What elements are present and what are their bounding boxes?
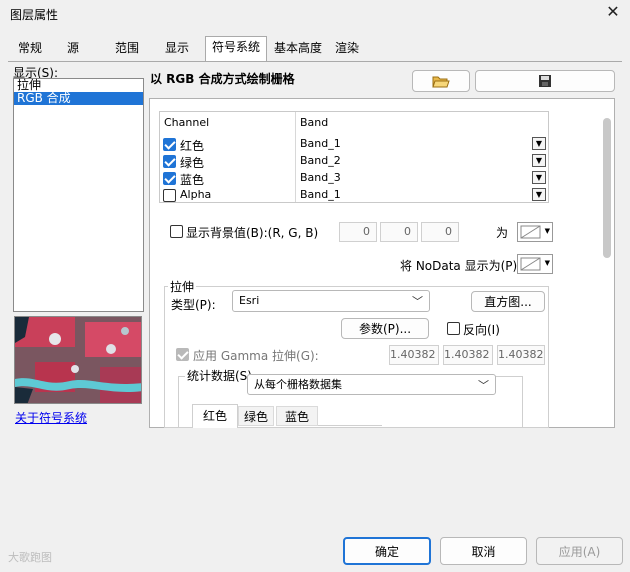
display-background-checkbox[interactable]	[170, 225, 183, 238]
background-b-input[interactable]: 0	[421, 222, 459, 242]
open-layer-file-button[interactable]	[412, 70, 470, 92]
chevron-down-icon: ﹀	[412, 295, 423, 308]
stretch-type-select[interactable]: Esri ﹀	[232, 290, 430, 312]
invert-label: 反向(I)	[463, 323, 500, 337]
no-color-swatch-icon	[520, 257, 541, 271]
cancel-button[interactable]: 取消	[440, 537, 527, 565]
about-symbology-link[interactable]: 关于符号系统	[15, 409, 87, 426]
table-row: 蓝色 Band_3 ▼	[160, 170, 548, 187]
band-value: Band_1	[300, 137, 341, 150]
table-row: Alpha Band_1 ▼	[160, 187, 548, 204]
display-background-label: 显示背景值(B):(R, G, B)	[186, 226, 319, 240]
channel-alpha-checkbox[interactable]	[163, 189, 176, 202]
save-icon	[539, 75, 551, 87]
ok-button[interactable]: 确定	[343, 537, 431, 565]
band-dropdown-arrow[interactable]: ▼	[532, 154, 546, 167]
statistics-value: 从每个栅格数据集	[254, 378, 342, 391]
stretch-type-label: 类型(P):	[171, 298, 216, 312]
list-item-rgb[interactable]: RGB 合成	[14, 92, 143, 105]
channel-label: Alpha	[180, 188, 212, 201]
stats-tab-red[interactable]: 红色	[192, 404, 238, 428]
tab-symbology[interactable]: 符号系统	[205, 36, 267, 62]
watermark: 大歌跑图	[8, 551, 52, 564]
band-dropdown-arrow[interactable]: ▼	[532, 188, 546, 201]
vertical-scrollbar[interactable]	[603, 118, 611, 258]
channel-green-checkbox[interactable]	[163, 155, 176, 168]
folder-open-icon	[432, 76, 450, 87]
tab-baseline	[318, 425, 382, 426]
as-label: 为	[496, 226, 509, 240]
statistics-label: 统计数据(S)	[185, 367, 254, 384]
gamma-red-input[interactable]: 1.40382	[389, 345, 439, 365]
symbology-preview-image	[14, 316, 142, 404]
column-header-band: Band	[300, 116, 329, 129]
band-value: Band_2	[300, 154, 341, 167]
band-value: Band_3	[300, 171, 341, 184]
tab-divider	[8, 61, 622, 62]
tab-general[interactable]: 常规	[12, 38, 48, 60]
parameters-button[interactable]: 参数(P)...	[341, 318, 429, 339]
tab-rendering[interactable]: 渲染	[330, 38, 364, 60]
tab-base-heights[interactable]: 基本高度	[270, 38, 326, 60]
gamma-blue-input[interactable]: 1.40382	[497, 345, 545, 365]
tab-extent[interactable]: 范围	[108, 38, 146, 60]
nodata-label: 将 NoData 显示为(P)	[400, 259, 518, 273]
background-color-picker[interactable]: ▼	[517, 222, 553, 242]
close-icon[interactable]: ✕	[604, 2, 622, 22]
stats-tab-green[interactable]: 绿色	[238, 406, 274, 426]
chevron-down-icon: ▼	[544, 227, 550, 235]
invert-checkbox[interactable]	[447, 322, 460, 335]
histogram-button[interactable]: 直方图...	[471, 291, 545, 312]
channel-blue-checkbox[interactable]	[163, 172, 176, 185]
renderer-list[interactable]: 拉伸 RGB 合成	[13, 78, 144, 312]
apply-button[interactable]: 应用(A)	[536, 537, 623, 565]
chevron-down-icon: ▼	[544, 259, 550, 267]
table-row: 绿色 Band_2 ▼	[160, 153, 548, 170]
apply-gamma-label: 应用 Gamma 拉伸(G):	[193, 349, 319, 363]
stats-tab-blue[interactable]: 蓝色	[276, 406, 318, 426]
gamma-green-input[interactable]: 1.40382	[443, 345, 493, 365]
chevron-down-icon: ﹀	[478, 379, 489, 392]
channel-label: 绿色	[180, 156, 205, 170]
window-title: 图层属性	[10, 8, 59, 22]
channel-label: 蓝色	[180, 173, 205, 187]
table-row: 红色 Band_1 ▼	[160, 136, 548, 153]
nodata-color-picker[interactable]: ▼	[517, 254, 553, 274]
stretch-group-label: 拉伸	[168, 278, 197, 295]
band-dropdown-arrow[interactable]: ▼	[532, 137, 546, 150]
tab-source[interactable]: 源	[60, 38, 86, 60]
background-g-input[interactable]: 0	[380, 222, 418, 242]
page-title: 以 RGB 合成方式绘制栅格	[150, 72, 295, 86]
channel-red-checkbox[interactable]	[163, 138, 176, 151]
no-color-swatch-icon	[520, 225, 541, 239]
save-layer-file-button[interactable]	[475, 70, 615, 92]
column-header-channel: Channel	[164, 116, 210, 129]
band-grid: Channel Band 红色 Band_1 ▼ 绿色 Band_2 ▼ 蓝色 …	[159, 111, 549, 203]
band-value: Band_1	[300, 188, 341, 201]
statistics-select[interactable]: 从每个栅格数据集 ﹀	[247, 374, 496, 395]
tab-display[interactable]: 显示	[158, 38, 196, 60]
background-r-input[interactable]: 0	[339, 222, 377, 242]
channel-label: 红色	[180, 139, 205, 153]
apply-gamma-checkbox[interactable]	[176, 348, 189, 361]
stretch-type-value: Esri	[239, 294, 260, 307]
band-dropdown-arrow[interactable]: ▼	[532, 171, 546, 184]
